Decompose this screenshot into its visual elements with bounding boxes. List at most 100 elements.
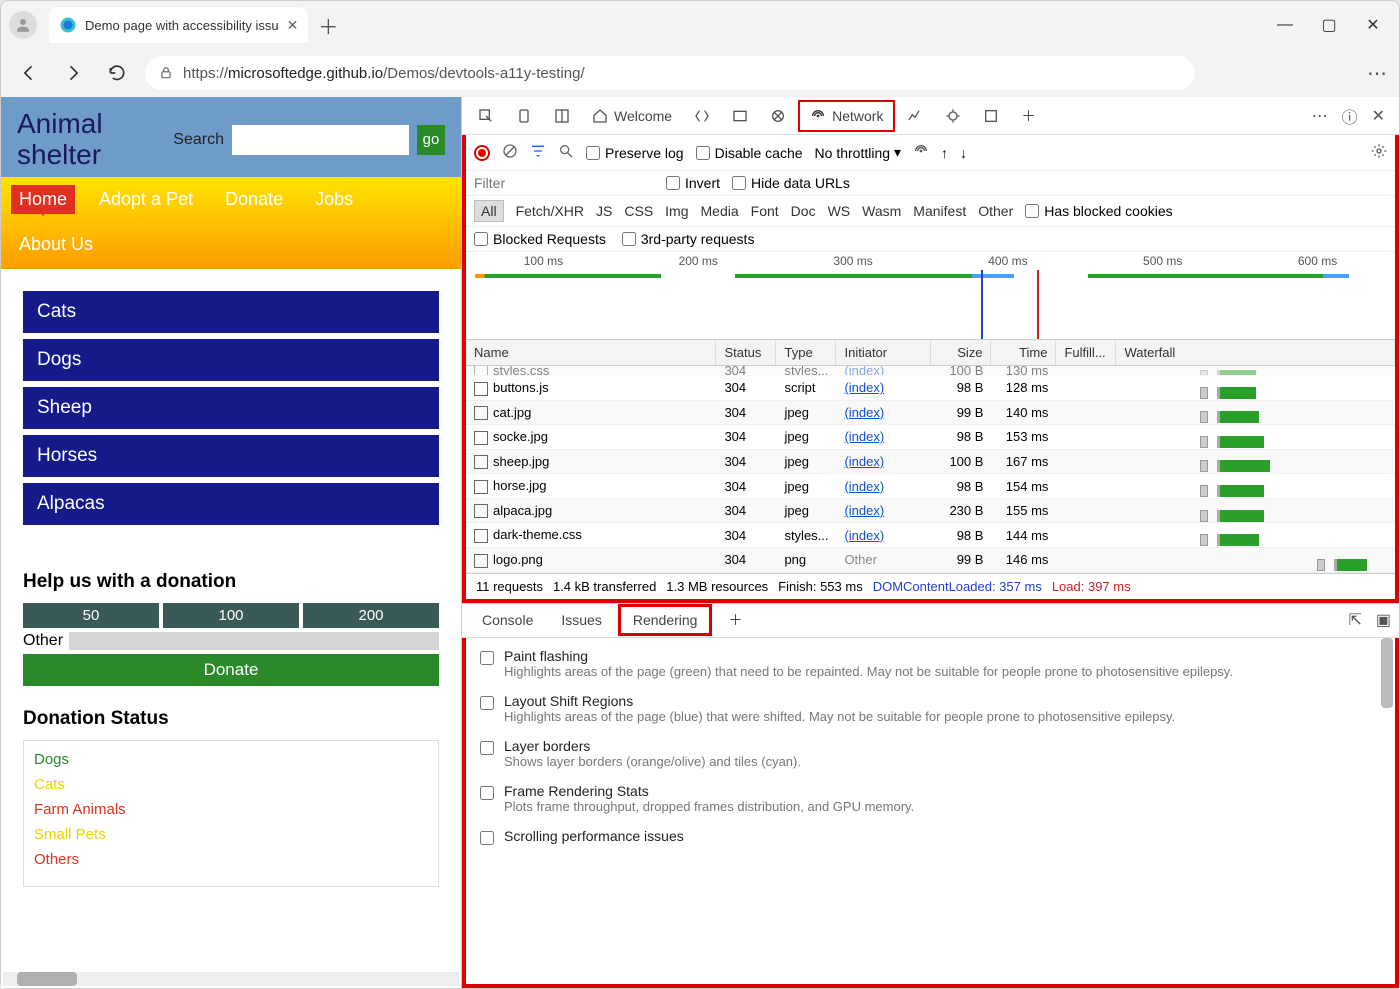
search-icon[interactable] (558, 143, 574, 162)
browser-menu-button[interactable]: ⋯ (1367, 61, 1387, 86)
nav-item-donate[interactable]: Donate (217, 185, 291, 214)
upload-har-icon[interactable]: ↑ (941, 145, 948, 161)
table-header[interactable]: Name Status Type Initiator Size Time Ful… (466, 340, 1395, 366)
horizontal-scrollbar[interactable] (3, 972, 459, 986)
record-button[interactable] (474, 145, 490, 161)
table-row[interactable]: logo.png304pngOther99 B146 ms (466, 548, 1395, 573)
add-tab-button[interactable]: ＋ (1011, 100, 1045, 132)
render-checkbox[interactable] (480, 651, 494, 665)
memory-tab-icon[interactable] (935, 102, 971, 130)
table-row[interactable]: socke.jpg304jpeg(index)98 B153 ms (466, 425, 1395, 450)
application-tab-icon[interactable] (973, 102, 1009, 130)
table-row[interactable]: alpaca.jpg304jpeg(index)230 B155 ms (466, 499, 1395, 524)
download-har-icon[interactable]: ↓ (960, 145, 967, 161)
sources-tab-icon[interactable] (760, 102, 796, 130)
new-tab-button[interactable]: ＋ (318, 11, 338, 40)
device-toggle[interactable] (506, 102, 542, 130)
inspect-button[interactable] (468, 102, 504, 130)
console-tab-icon[interactable] (722, 102, 758, 130)
category-dogs[interactable]: Dogs (23, 339, 439, 381)
filter-media[interactable]: Media (701, 203, 739, 219)
blocked-cookies-checkbox[interactable]: Has blocked cookies (1025, 203, 1172, 219)
devtools-panel: Welcome Network ＋ ⋯ ⓘ ✕ (461, 97, 1399, 988)
donate-button[interactable]: Donate (23, 654, 439, 686)
forward-button[interactable] (57, 57, 89, 89)
nav-item-jobs[interactable]: Jobs (307, 185, 361, 214)
disable-cache-checkbox[interactable]: Disable cache (696, 145, 803, 161)
web-page: Animal shelter Search go HomeAdopt a Pet… (1, 97, 461, 988)
donation-50[interactable]: 50 (23, 603, 159, 628)
filter-toggle-icon[interactable] (530, 143, 546, 162)
category-cats[interactable]: Cats (23, 291, 439, 333)
nav-item-adopt-a-pet[interactable]: Adopt a Pet (91, 185, 201, 214)
preserve-log-checkbox[interactable]: Preserve log (586, 145, 684, 161)
drawer-rendering-tab[interactable]: Rendering (618, 604, 713, 636)
table-row[interactable]: sheep.jpg304jpeg(index)100 B167 ms (466, 450, 1395, 475)
devtools-more-icon[interactable]: ⋯ (1312, 106, 1328, 126)
close-tab-icon[interactable]: ✕ (287, 17, 299, 34)
drawer-scrollbar[interactable] (1381, 638, 1393, 708)
third-party-checkbox[interactable]: 3rd-party requests (622, 231, 755, 247)
render-checkbox[interactable] (480, 741, 494, 755)
welcome-tab[interactable]: Welcome (582, 102, 682, 130)
donation-100[interactable]: 100 (163, 603, 299, 628)
elements-tab-icon[interactable] (684, 102, 720, 130)
table-row[interactable]: cat.jpg304jpeg(index)99 B140 ms (466, 401, 1395, 426)
network-tab[interactable]: Network (798, 100, 895, 132)
filter-js[interactable]: JS (596, 203, 612, 219)
filter-font[interactable]: Font (751, 203, 779, 219)
render-checkbox[interactable] (480, 696, 494, 710)
go-button[interactable]: go (417, 125, 445, 155)
devtools-close-icon[interactable]: ✕ (1372, 106, 1385, 126)
profile-icon[interactable] (9, 11, 37, 39)
filter-input[interactable] (474, 175, 654, 191)
blocked-requests-checkbox[interactable]: Blocked Requests (474, 231, 606, 247)
table-row[interactable]: horse.jpg304jpeg(index)98 B154 ms (466, 474, 1395, 499)
drawer-console-tab[interactable]: Console (470, 607, 545, 633)
filter-ws[interactable]: WS (828, 203, 851, 219)
table-row[interactable]: dark-theme.css304styles...(index)98 B144… (466, 523, 1395, 548)
hide-data-urls-checkbox[interactable]: Hide data URLs (732, 175, 850, 191)
donation-amounts: 50100200 (23, 603, 439, 628)
network-timeline[interactable]: 100 ms200 ms300 ms400 ms500 ms600 ms (466, 252, 1395, 340)
url-field[interactable]: https://microsoftedge.github.io/Demos/de… (145, 56, 1195, 90)
table-row[interactable]: styles.css304styles...(index)100 B130 ms (466, 366, 1395, 376)
filter-css[interactable]: CSS (624, 203, 653, 219)
clear-button[interactable] (502, 143, 518, 162)
donation-200[interactable]: 200 (303, 603, 439, 628)
filter-manifest[interactable]: Manifest (913, 203, 966, 219)
filter-wasm[interactable]: Wasm (862, 203, 901, 219)
minimize-button[interactable]: — (1275, 15, 1295, 35)
network-conditions-icon[interactable] (913, 143, 929, 162)
maximize-button[interactable]: ▢ (1319, 15, 1339, 35)
drawer-add-tab[interactable]: ＋ (716, 605, 754, 635)
other-input[interactable] (69, 632, 439, 650)
browser-tab[interactable]: Demo page with accessibility issu ✕ (49, 7, 308, 43)
nav-item-home[interactable]: Home (11, 185, 75, 214)
filter-other[interactable]: Other (978, 203, 1013, 219)
nav-item-about-us[interactable]: About Us (11, 230, 451, 259)
category-alpacas[interactable]: Alpacas (23, 483, 439, 525)
invert-checkbox[interactable]: Invert (666, 175, 720, 191)
devtools-help-icon[interactable]: ⓘ (1342, 104, 1358, 128)
filter-all[interactable]: All (474, 200, 504, 222)
back-button[interactable] (13, 57, 45, 89)
table-row[interactable]: buttons.js304script(index)98 B128 ms (466, 376, 1395, 401)
drawer-issues-tab[interactable]: Issues (549, 607, 613, 633)
render-checkbox[interactable] (480, 786, 494, 800)
reload-button[interactable] (101, 57, 133, 89)
close-window-button[interactable]: ✕ (1363, 15, 1383, 35)
throttling-select[interactable]: No throttling ▾ (815, 144, 902, 161)
render-checkbox[interactable] (480, 831, 494, 845)
category-sheep[interactable]: Sheep (23, 387, 439, 429)
filter-fetch-xhr[interactable]: Fetch/XHR (516, 203, 584, 219)
drawer-expand-icon[interactable]: ⇱ (1348, 610, 1361, 630)
network-settings-icon[interactable] (1371, 143, 1387, 162)
category-horses[interactable]: Horses (23, 435, 439, 477)
drawer-dock-icon[interactable]: ▣ (1376, 610, 1391, 630)
search-input[interactable] (232, 125, 409, 155)
filter-img[interactable]: Img (665, 203, 688, 219)
dock-icon[interactable] (544, 102, 580, 130)
performance-tab-icon[interactable] (897, 102, 933, 130)
filter-doc[interactable]: Doc (791, 203, 816, 219)
